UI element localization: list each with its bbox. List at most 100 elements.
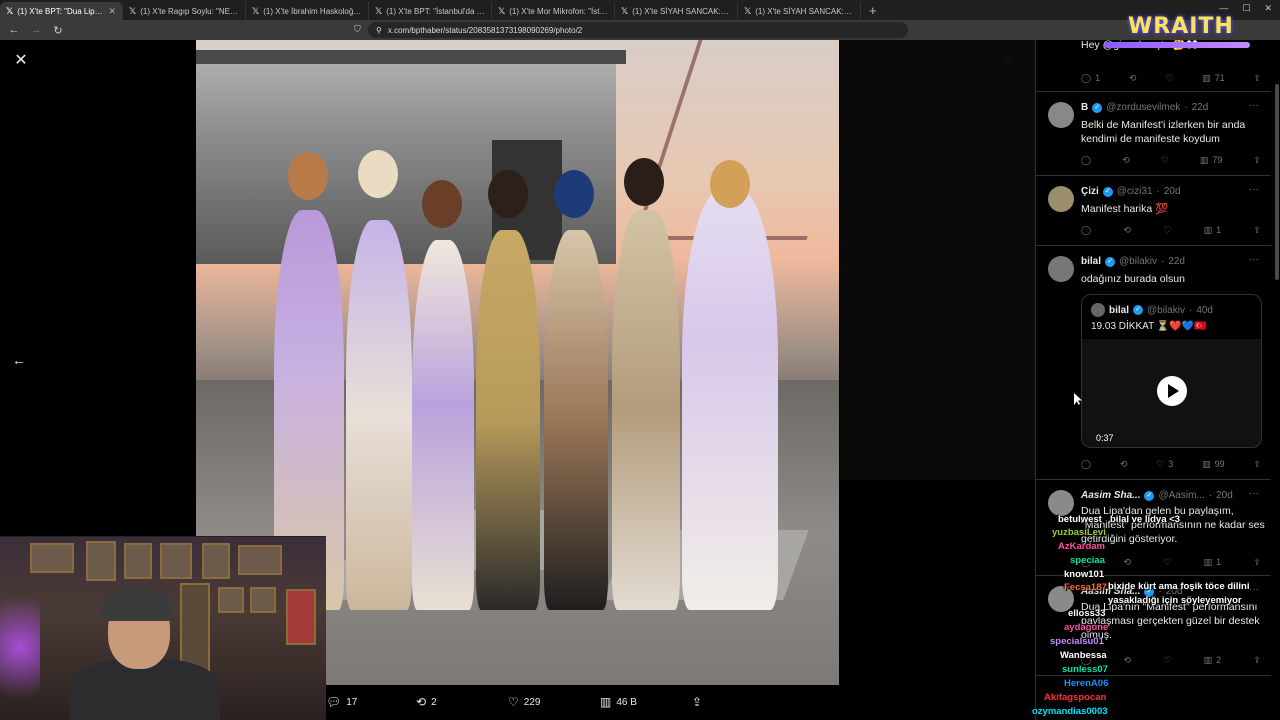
minimize-icon[interactable]: — [1219,3,1228,14]
photo-person-head [488,170,528,218]
chat-username: speciaa [1070,555,1105,566]
repost-button[interactable]: ⟲ 2 [416,695,508,709]
x-logo-icon: 𝕏 [375,5,383,16]
photo-person-head [288,152,328,200]
photo-people [236,140,836,610]
bookmark-icon[interactable]: ⛉ [354,24,361,35]
reply-actions: ◯ ⟲ ♡ ▥ 2 ⇪ [1081,654,1261,666]
chat-username: know101 [1064,569,1105,580]
reply-icon[interactable]: ◯ [1081,458,1091,470]
browser-tab[interactable]: 𝕏(1) X'te İbrahim Haskoloğlu: "İstanb [246,2,369,20]
views-chart-icon[interactable]: ▥ 99 [1202,458,1225,470]
replies-scrollbar[interactable] [1275,84,1279,280]
browser-tab[interactable]: 𝕏(1) X'te Ragıp Soylu: "NEW: Turkey u [123,2,246,20]
repost-icon[interactable]: ⟲ [1122,154,1130,166]
reply-icon[interactable]: ◯ [1081,154,1091,166]
more-options-icon[interactable]: ··· [1249,100,1259,111]
share-icon[interactable]: ⇪ [1253,224,1261,236]
close-icon: ✕ [14,52,28,69]
more-options-icon[interactable]: ··· [1249,584,1259,595]
share-button[interactable]: ⇪ [692,695,716,709]
heart-icon[interactable]: ♡ [1161,154,1169,166]
photo-person [682,190,778,610]
heart-icon[interactable]: ♡ 3 [1156,458,1173,470]
repost-icon[interactable]: ⟲ [1123,224,1131,236]
share-icon: ⇪ [692,695,703,709]
reload-icon[interactable]: ↻ [52,24,64,37]
channel-logo: WRAITH [1128,14,1234,39]
avatar[interactable] [1048,102,1074,128]
repost-icon[interactable]: ⟲ [1120,458,1128,470]
more-options-icon[interactable]: ··· [1249,254,1259,265]
reply-text: Manifest harika 💯 [1081,203,1169,215]
repost-icon[interactable]: ⟲ [1123,556,1131,568]
wall-frame [250,587,276,613]
reply-item[interactable]: B ✓ @zordusevilmek · 22d ··· Belki de Ma… [1036,92,1271,176]
wall-frame [286,589,316,645]
reply-item[interactable]: Çizi ✓ @cizi31 · 20d ··· Manifest harika… [1036,176,1271,246]
heart-icon[interactable]: ♡ [1163,654,1171,666]
play-icon[interactable] [1157,376,1187,406]
views-button[interactable]: ▥ 46 B [600,695,692,709]
url-text: x.com/bpthaber/status/208358137319809026… [387,25,583,35]
close-viewer-button[interactable]: ✕ [12,52,30,70]
browser-tab[interactable]: 𝕏(1) X'te SİYAH SANCAK: "🇹🇷 Adana' [738,2,861,20]
background-page [840,40,1035,480]
quoted-tweet[interactable]: bilal ✓ @bilakiv · 40d 19.03 DİKKAT ⏳❤️💙… [1081,294,1262,448]
site-info-icon[interactable]: ⚲ [376,26,382,35]
previous-photo-button[interactable]: ← [12,352,26,368]
views-chart-icon[interactable]: ▥ 1 [1204,224,1222,236]
wall-frame [30,543,74,573]
address-bar[interactable]: ⚲ x.com/bpthaber/status/2083581373198090… [368,22,908,38]
photo-person-head [710,160,750,208]
browser-tab[interactable]: 𝕏(1) X'te SİYAH SANCAK: "🇹🇷 Kahram [615,2,738,20]
reply-icon[interactable]: ◯ [1081,224,1091,236]
share-icon[interactable]: ⇪ [1253,154,1261,166]
maximize-icon[interactable]: ☐ [1242,3,1250,14]
share-icon[interactable]: ⇪ [1253,654,1261,666]
views-chart-icon[interactable]: ▥ 1 [1204,556,1222,568]
reply-actions: ◯ ⟲ ♡ 3 ▥ 99 ⇪ [1081,458,1261,470]
photo-person-head [554,170,594,218]
wall-frame [218,587,244,613]
more-options-icon[interactable]: ··· [1249,488,1259,499]
repost-icon[interactable]: ⟲ [1123,654,1131,666]
quote-video[interactable]: 0:37 [1082,339,1261,447]
share-icon[interactable]: ⇪ [1253,72,1261,84]
heart-icon[interactable]: ♡ [1163,556,1171,568]
close-window-icon[interactable]: ✕ [1264,3,1272,14]
repost-icon: ⟲ [416,695,427,709]
heart-icon[interactable]: ♡ [1163,224,1171,236]
streamer-cap [102,587,174,621]
chat-username: betulwest [1058,514,1102,525]
share-icon[interactable]: ⇪ [1253,458,1261,470]
reply-button[interactable]: 💬︎ 17 [326,695,416,709]
views-chart-icon[interactable]: ▥ 71 [1202,72,1225,84]
reply-text: odağınız burada olsun [1081,273,1185,285]
reply-icon: 💬︎ [326,695,342,709]
back-arrow-icon[interactable]: ← [8,24,20,36]
avatar[interactable] [1048,256,1074,282]
close-tab-icon[interactable]: ✕ [108,6,116,17]
chat-username: Fecsa187 [1064,582,1107,593]
avatar[interactable] [1048,186,1074,212]
reply-icon[interactable]: ◯ 1 [1081,72,1100,84]
reply-actions: ◯ ⟲ ♡ ▥ 1 ⇪ [1081,224,1261,236]
browser-tab-bar: 𝕏(1) X'te BPT: "Dua Lipa, Manifest"✕ 𝕏(1… [0,0,1280,20]
reply-text: Dua Lipa'dan gelen bu paylaşım, "Manifes… [1081,505,1265,545]
new-tab-button[interactable]: + [861,2,885,20]
chat-username: sunless07 [1062,664,1108,675]
forward-arrow-icon[interactable]: → [30,24,42,36]
avatar[interactable] [1048,490,1074,516]
heart-icon[interactable]: ♡ [1165,72,1173,84]
browser-tab[interactable]: 𝕏(1) X'te BPT: "Dua Lipa, Manifest"✕ [0,2,123,20]
verified-badge-icon: ✓ [1105,256,1116,267]
more-options-icon[interactable]: ··· [1249,184,1259,195]
repost-icon[interactable]: ⟲ [1129,72,1137,84]
browser-tab[interactable]: 𝕏(1) X'te BPT: "İstanbul'da 38 yaşındal [369,2,492,20]
views-chart-icon[interactable]: ▥ 2 [1204,654,1222,666]
browser-tab[interactable]: 𝕏(1) X'te Mor Mikrofon: "İstanbul Gün [492,2,615,20]
share-icon[interactable]: ⇪ [1253,556,1261,568]
like-button[interactable]: ♡ 229 [508,695,600,709]
views-chart-icon[interactable]: ▥ 79 [1200,154,1223,166]
